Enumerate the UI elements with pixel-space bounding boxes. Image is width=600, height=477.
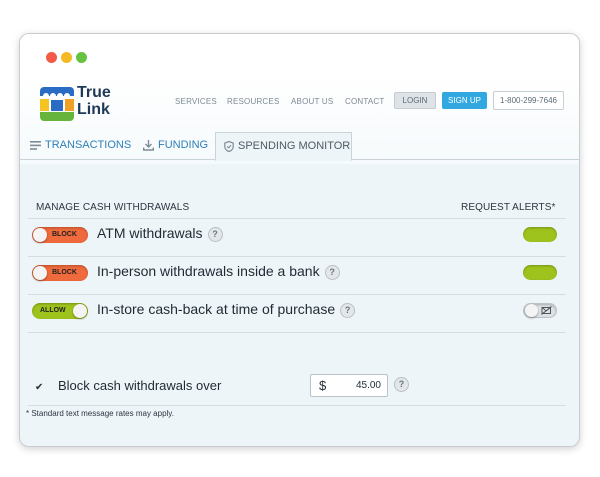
phone-number: 1-800-299-7646 bbox=[493, 91, 564, 110]
shield-icon bbox=[224, 140, 234, 152]
row-label-wrap: In-store cash-back at time of purchase? bbox=[97, 301, 356, 318]
manage-withdrawals-heading: MANAGE CASH WITHDRAWALS bbox=[36, 202, 190, 213]
nav-services[interactable]: SERVICES bbox=[175, 97, 217, 106]
login-button[interactable]: LOGIN bbox=[394, 92, 436, 109]
brand-name[interactable]: True Link bbox=[77, 84, 111, 118]
toggle-status-text: BLOCK bbox=[52, 231, 77, 238]
cash-back-label: In-store cash-back at time of purchase bbox=[97, 301, 336, 317]
alert-off-icon bbox=[541, 306, 552, 315]
brand-line-2: Link bbox=[77, 101, 110, 118]
atm-block-toggle[interactable]: BLOCK bbox=[32, 227, 88, 243]
list-icon bbox=[30, 140, 41, 150]
limit-checkbox[interactable]: ✔ bbox=[35, 382, 43, 393]
request-alerts-heading: REQUEST ALERTS* bbox=[461, 202, 556, 213]
withdrawal-row-cash-back: ALLOW In-store cash-back at time of purc… bbox=[20, 294, 579, 330]
tab-transactions[interactable]: TRANSACTIONS bbox=[30, 132, 131, 160]
help-icon[interactable]: ? bbox=[324, 264, 340, 280]
in-person-block-toggle[interactable]: BLOCK bbox=[32, 265, 88, 281]
nav-resources[interactable]: RESOURCES bbox=[227, 97, 279, 106]
tab-bar: TRANSACTIONS FUNDING SPENDING MONITOR bbox=[20, 132, 579, 161]
toggle-status-text: ALLOW bbox=[40, 307, 66, 314]
toggle-knob bbox=[73, 304, 87, 318]
tab-spending-monitor[interactable]: SPENDING MONITOR bbox=[215, 132, 352, 161]
spending-monitor-panel: MANAGE CASH WITHDRAWALS REQUEST ALERTS* … bbox=[20, 160, 579, 446]
brand-line-1: True bbox=[77, 84, 111, 101]
toggle-knob bbox=[525, 304, 538, 317]
nav-about-us[interactable]: ABOUT US bbox=[291, 97, 333, 106]
cash-back-allow-toggle[interactable]: ALLOW bbox=[32, 303, 88, 319]
divider bbox=[28, 332, 566, 333]
limit-amount-value: 45.00 bbox=[355, 380, 381, 391]
rates-footnote: * Standard text message rates may apply. bbox=[26, 409, 174, 418]
cash-back-alert-toggle[interactable] bbox=[523, 303, 557, 318]
withdrawal-row-in-person: BLOCK In-person withdrawals inside a ban… bbox=[20, 256, 579, 292]
toggle-knob bbox=[33, 266, 47, 280]
browser-window: True Link SERVICES RESOURCES ABOUT US CO… bbox=[19, 33, 580, 447]
toggle-status-text: BLOCK bbox=[52, 269, 77, 276]
atm-alert-toggle[interactable] bbox=[523, 227, 557, 242]
currency-symbol: $ bbox=[319, 378, 327, 393]
help-icon[interactable]: ? bbox=[340, 302, 356, 318]
maximize-window-icon[interactable] bbox=[76, 52, 87, 63]
tab-funding-label: FUNDING bbox=[158, 139, 209, 151]
help-icon[interactable]: ? bbox=[394, 377, 409, 392]
tab-funding[interactable]: FUNDING bbox=[143, 132, 208, 160]
tab-spending-monitor-label: SPENDING MONITOR bbox=[238, 140, 351, 152]
signup-button[interactable]: SIGN UP bbox=[442, 92, 487, 109]
window-titlebar bbox=[20, 34, 579, 76]
true-link-logo-icon[interactable] bbox=[40, 87, 74, 121]
limit-amount-input[interactable]: $ 45.00 bbox=[310, 374, 388, 397]
close-window-icon[interactable] bbox=[46, 52, 57, 63]
divider bbox=[28, 405, 566, 406]
block-limit-label: Block cash withdrawals over bbox=[58, 378, 222, 393]
help-icon[interactable]: ? bbox=[207, 226, 223, 242]
atm-withdrawals-label: ATM withdrawals bbox=[97, 225, 203, 241]
tab-transactions-label: TRANSACTIONS bbox=[45, 139, 132, 151]
download-icon bbox=[143, 139, 154, 151]
in-person-withdrawals-label: In-person withdrawals inside a bank bbox=[97, 263, 320, 279]
toggle-knob bbox=[33, 228, 47, 242]
nav-contact[interactable]: CONTACT bbox=[345, 97, 384, 106]
withdrawal-row-atm: BLOCK ATM withdrawals? bbox=[20, 218, 579, 254]
minimize-window-icon[interactable] bbox=[61, 52, 72, 63]
row-label-wrap: In-person withdrawals inside a bank? bbox=[97, 263, 340, 280]
in-person-alert-toggle[interactable] bbox=[523, 265, 557, 280]
row-label-wrap: ATM withdrawals? bbox=[97, 225, 223, 242]
